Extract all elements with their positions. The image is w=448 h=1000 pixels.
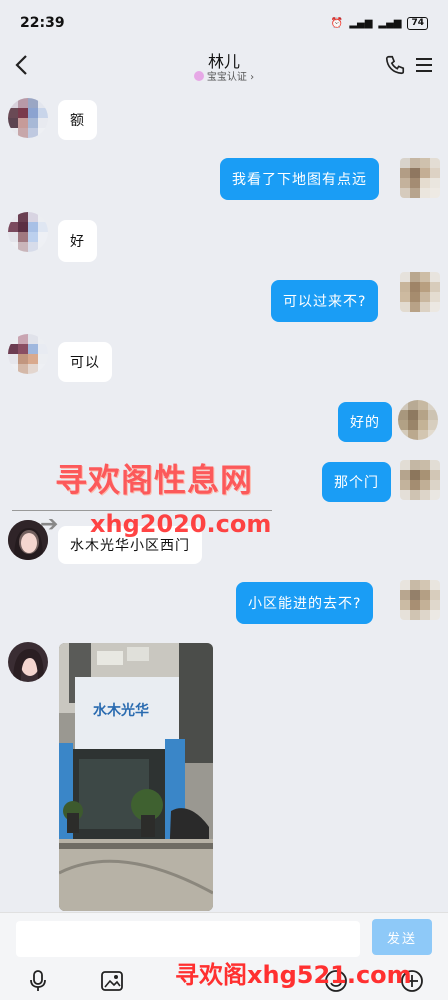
message-text: 小区能进的去不? (248, 596, 362, 612)
building-sign: 水木光华 (93, 702, 149, 719)
signal-icon: ▂▄▆ (349, 17, 373, 29)
message-text: 水木光华小区西门 (70, 538, 190, 554)
image-icon[interactable] (100, 969, 124, 993)
message-text: 额 (70, 113, 85, 129)
arrow-icon: ➔ (40, 512, 59, 537)
contact-avatar[interactable] (8, 642, 48, 682)
status-time: 22:39 (20, 15, 65, 31)
my-avatar[interactable] (398, 400, 438, 440)
message-bubble-outgoing[interactable]: 好的 (338, 402, 392, 442)
message-text: 可以过来不? (283, 294, 367, 310)
message-bubble-incoming[interactable]: 可以 (58, 342, 112, 382)
message-bubble-outgoing[interactable]: 那个门 (322, 462, 391, 502)
message-text: 好的 (350, 415, 380, 431)
message-bubble-incoming[interactable]: 好 (58, 220, 97, 262)
watermark-bottom: 寻欢阁xhg521.com (175, 961, 412, 989)
send-button[interactable]: 发送 (372, 919, 432, 955)
signal-icon-2: ▂▄▆ (378, 17, 402, 29)
message-bubble-outgoing[interactable]: 我看了下地图有点远 (220, 158, 379, 200)
status-icons: ⏰ ▂▄▆ ▂▄▆ 74 (330, 16, 428, 30)
message-text: 那个门 (334, 475, 379, 491)
my-avatar[interactable] (400, 158, 440, 198)
message-text: 我看了下地图有点远 (232, 172, 367, 188)
message-text: 可以 (70, 355, 100, 371)
watermark-middle: xhg2020.com (90, 510, 272, 538)
contact-avatar[interactable] (8, 98, 48, 138)
message-bubble-outgoing[interactable]: 小区能进的去不? (236, 582, 374, 624)
my-avatar[interactable] (400, 272, 440, 312)
certification-label: 宝宝认证 › (206, 72, 255, 83)
watermark-top: 寻欢阁性息网 (55, 461, 254, 499)
photo-message[interactable]: 水木光华 (59, 643, 213, 911)
phone-icon[interactable] (384, 54, 406, 76)
message-bubble-incoming[interactable]: 额 (58, 100, 97, 140)
contact-avatar[interactable] (8, 212, 48, 252)
certification-link[interactable]: 宝宝认证 › (0, 68, 448, 83)
message-input[interactable] (16, 921, 360, 957)
status-bar: 22:39 ⏰ ▂▄▆ ▂▄▆ 74 (0, 0, 448, 46)
message-bubble-outgoing[interactable]: 可以过来不? (271, 280, 379, 322)
my-avatar[interactable] (400, 580, 440, 620)
chat-header: 林儿 宝宝认证 › (0, 44, 448, 90)
my-avatar[interactable] (400, 460, 440, 500)
battery-indicator: 74 (407, 16, 428, 30)
microphone-icon[interactable] (26, 969, 50, 993)
badge-icon (193, 71, 204, 81)
contact-avatar[interactable] (8, 334, 48, 374)
alarm-icon: ⏰ (330, 17, 344, 29)
menu-icon[interactable] (414, 56, 434, 74)
building-photo: 水木光华 (59, 643, 213, 911)
message-text: 好 (70, 234, 85, 250)
